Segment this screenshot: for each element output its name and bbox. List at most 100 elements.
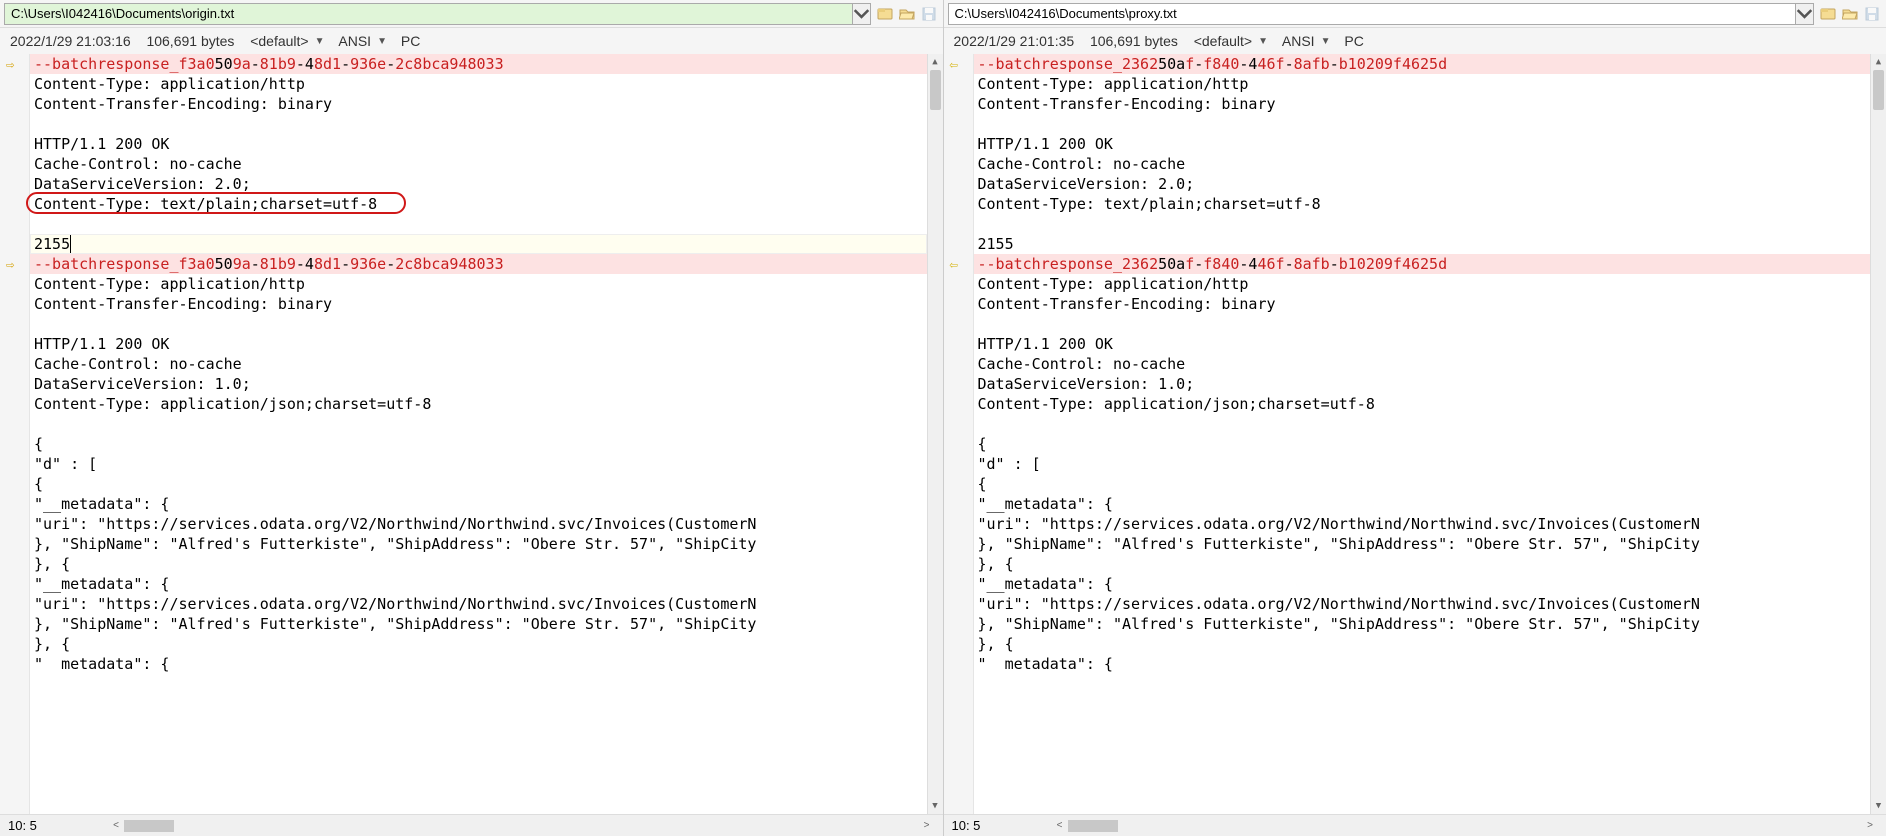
code-line[interactable]: " metadata": { [974,654,1871,674]
code-line[interactable]: Content-Type: application/http [30,74,927,94]
right-encoding-scope[interactable]: <default> [1194,33,1252,49]
browse-icon[interactable] [1818,4,1838,24]
scroll-down-icon[interactable]: ▼ [1871,798,1886,814]
code-line[interactable]: Content-Type: application/http [974,274,1871,294]
code-line[interactable]: Content-Type: application/json;charset=u… [974,394,1871,414]
code-line[interactable]: Content-Transfer-Encoding: binary [30,294,927,314]
code-line[interactable]: DataServiceVersion: 2.0; [974,174,1871,194]
code-line[interactable]: "uri": "https://services.odata.org/V2/No… [30,594,927,614]
code-line[interactable]: --batchresponse_f3a0509a-81b9-48d1-936e-… [30,254,927,274]
right-content[interactable]: ⇦ ⇦ --batchresponse_236250af-f840-446f-8a… [944,54,1886,814]
scroll-right-icon[interactable]: > [1862,820,1878,831]
code-line[interactable]: --batchresponse_f3a0509a-81b9-48d1-936e-… [30,54,927,74]
code-line[interactable]: }, { [974,634,1871,654]
diff-arrow-left-icon[interactable]: ⇦ [950,55,968,73]
code-line[interactable]: 2155 [974,234,1871,254]
code-line[interactable]: Content-Type: application/http [974,74,1871,94]
code-line[interactable]: DataServiceVersion: 1.0; [30,374,927,394]
scroll-left-icon[interactable]: < [1052,820,1068,831]
code-line[interactable]: Cache-Control: no-cache [30,154,927,174]
code-line[interactable] [30,314,927,334]
code-line[interactable]: Cache-Control: no-cache [30,354,927,374]
code-line[interactable]: { [974,434,1871,454]
right-lineend[interactable]: PC [1344,33,1363,49]
right-horizontal-scrollbar[interactable]: < > [1052,819,1879,833]
scroll-up-icon[interactable]: ▲ [928,54,943,70]
scroll-down-icon[interactable]: ▼ [928,798,943,814]
right-vertical-scrollbar[interactable]: ▲ ▼ [1870,54,1886,814]
code-line[interactable]: "d" : [ [30,454,927,474]
code-line[interactable]: Content-Transfer-Encoding: binary [30,94,927,114]
save-icon[interactable] [919,4,939,24]
code-line[interactable] [974,114,1871,134]
code-line[interactable] [974,214,1871,234]
code-line[interactable]: "uri": "https://services.odata.org/V2/No… [974,594,1871,614]
dropdown-icon[interactable]: ▼ [315,36,325,47]
code-line[interactable]: "d" : [ [974,454,1871,474]
scroll-up-icon[interactable]: ▲ [1871,54,1886,70]
left-path-dropdown[interactable] [853,3,871,25]
dropdown-icon[interactable]: ▼ [1321,36,1331,47]
scroll-thumb[interactable] [930,70,941,110]
right-path-dropdown[interactable] [1796,3,1814,25]
right-text-area[interactable]: --batchresponse_236250af-f840-446f-8afb-… [974,54,1871,814]
code-line[interactable]: Cache-Control: no-cache [974,154,1871,174]
code-line[interactable]: "__metadata": { [30,574,927,594]
code-line[interactable]: }, "ShipName": "Alfred's Futterkiste", "… [974,534,1871,554]
code-line[interactable]: Content-Transfer-Encoding: binary [974,94,1871,114]
open-folder-icon[interactable] [897,4,917,24]
code-line[interactable]: "__metadata": { [974,494,1871,514]
diff-arrow-right-icon[interactable]: ⇨ [6,55,24,73]
dropdown-icon[interactable]: ▼ [377,36,387,47]
code-line[interactable]: DataServiceVersion: 1.0; [974,374,1871,394]
left-lineend[interactable]: PC [401,33,420,49]
dropdown-icon[interactable]: ▼ [1258,36,1268,47]
code-line[interactable]: "__metadata": { [30,494,927,514]
code-line[interactable]: --batchresponse_236250af-f840-446f-8afb-… [974,54,1871,74]
code-line[interactable]: Content-Type: application/http [30,274,927,294]
scroll-right-icon[interactable]: > [919,820,935,831]
code-line[interactable]: }, "ShipName": "Alfred's Futterkiste", "… [30,614,927,634]
code-line[interactable]: HTTP/1.1 200 OK [974,334,1871,354]
code-line[interactable] [30,414,927,434]
diff-arrow-left-icon[interactable]: ⇦ [950,255,968,273]
code-line[interactable]: { [30,474,927,494]
code-line[interactable]: "uri": "https://services.odata.org/V2/No… [30,514,927,534]
code-line[interactable]: "__metadata": { [974,574,1871,594]
code-line[interactable]: }, { [30,554,927,574]
code-line[interactable]: --batchresponse_236250af-f840-446f-8afb-… [974,254,1871,274]
code-line[interactable]: Content-Type: text/plain;charset=utf-8 [974,194,1871,214]
code-line[interactable]: DataServiceVersion: 2.0; [30,174,927,194]
left-charset[interactable]: ANSI [338,33,371,49]
left-text-area[interactable]: --batchresponse_f3a0509a-81b9-48d1-936e-… [30,54,927,814]
code-line[interactable]: " metadata": { [30,654,927,674]
code-line[interactable]: }, "ShipName": "Alfred's Futterkiste", "… [974,614,1871,634]
left-encoding-scope[interactable]: <default> [250,33,308,49]
code-line[interactable]: 2155 [30,234,927,254]
code-line[interactable]: Content-Type: text/plain;charset=utf-8 [30,194,927,214]
scroll-left-icon[interactable]: < [108,820,124,831]
code-line[interactable]: Content-Transfer-Encoding: binary [974,294,1871,314]
right-path-input[interactable] [948,3,1797,25]
code-line[interactable] [30,214,927,234]
left-vertical-scrollbar[interactable]: ▲ ▼ [927,54,943,814]
code-line[interactable] [974,314,1871,334]
code-line[interactable]: Content-Type: application/json;charset=u… [30,394,927,414]
left-horizontal-scrollbar[interactable]: < > [108,819,935,833]
code-line[interactable]: }, { [30,634,927,654]
left-path-input[interactable] [4,3,853,25]
right-charset[interactable]: ANSI [1282,33,1315,49]
code-line[interactable]: }, { [974,554,1871,574]
code-line[interactable]: HTTP/1.1 200 OK [974,134,1871,154]
scroll-thumb[interactable] [1068,820,1118,832]
diff-arrow-right-icon[interactable]: ⇨ [6,255,24,273]
code-line[interactable]: HTTP/1.1 200 OK [30,334,927,354]
open-folder-icon[interactable] [1840,4,1860,24]
left-content[interactable]: ⇨ ⇨ --batchresponse_f3a0509a-81b9-48d1-93… [0,54,943,814]
code-line[interactable] [30,114,927,134]
code-line[interactable] [974,414,1871,434]
code-line[interactable]: HTTP/1.1 200 OK [30,134,927,154]
code-line[interactable]: { [30,434,927,454]
save-icon[interactable] [1862,4,1882,24]
code-line[interactable]: Cache-Control: no-cache [974,354,1871,374]
